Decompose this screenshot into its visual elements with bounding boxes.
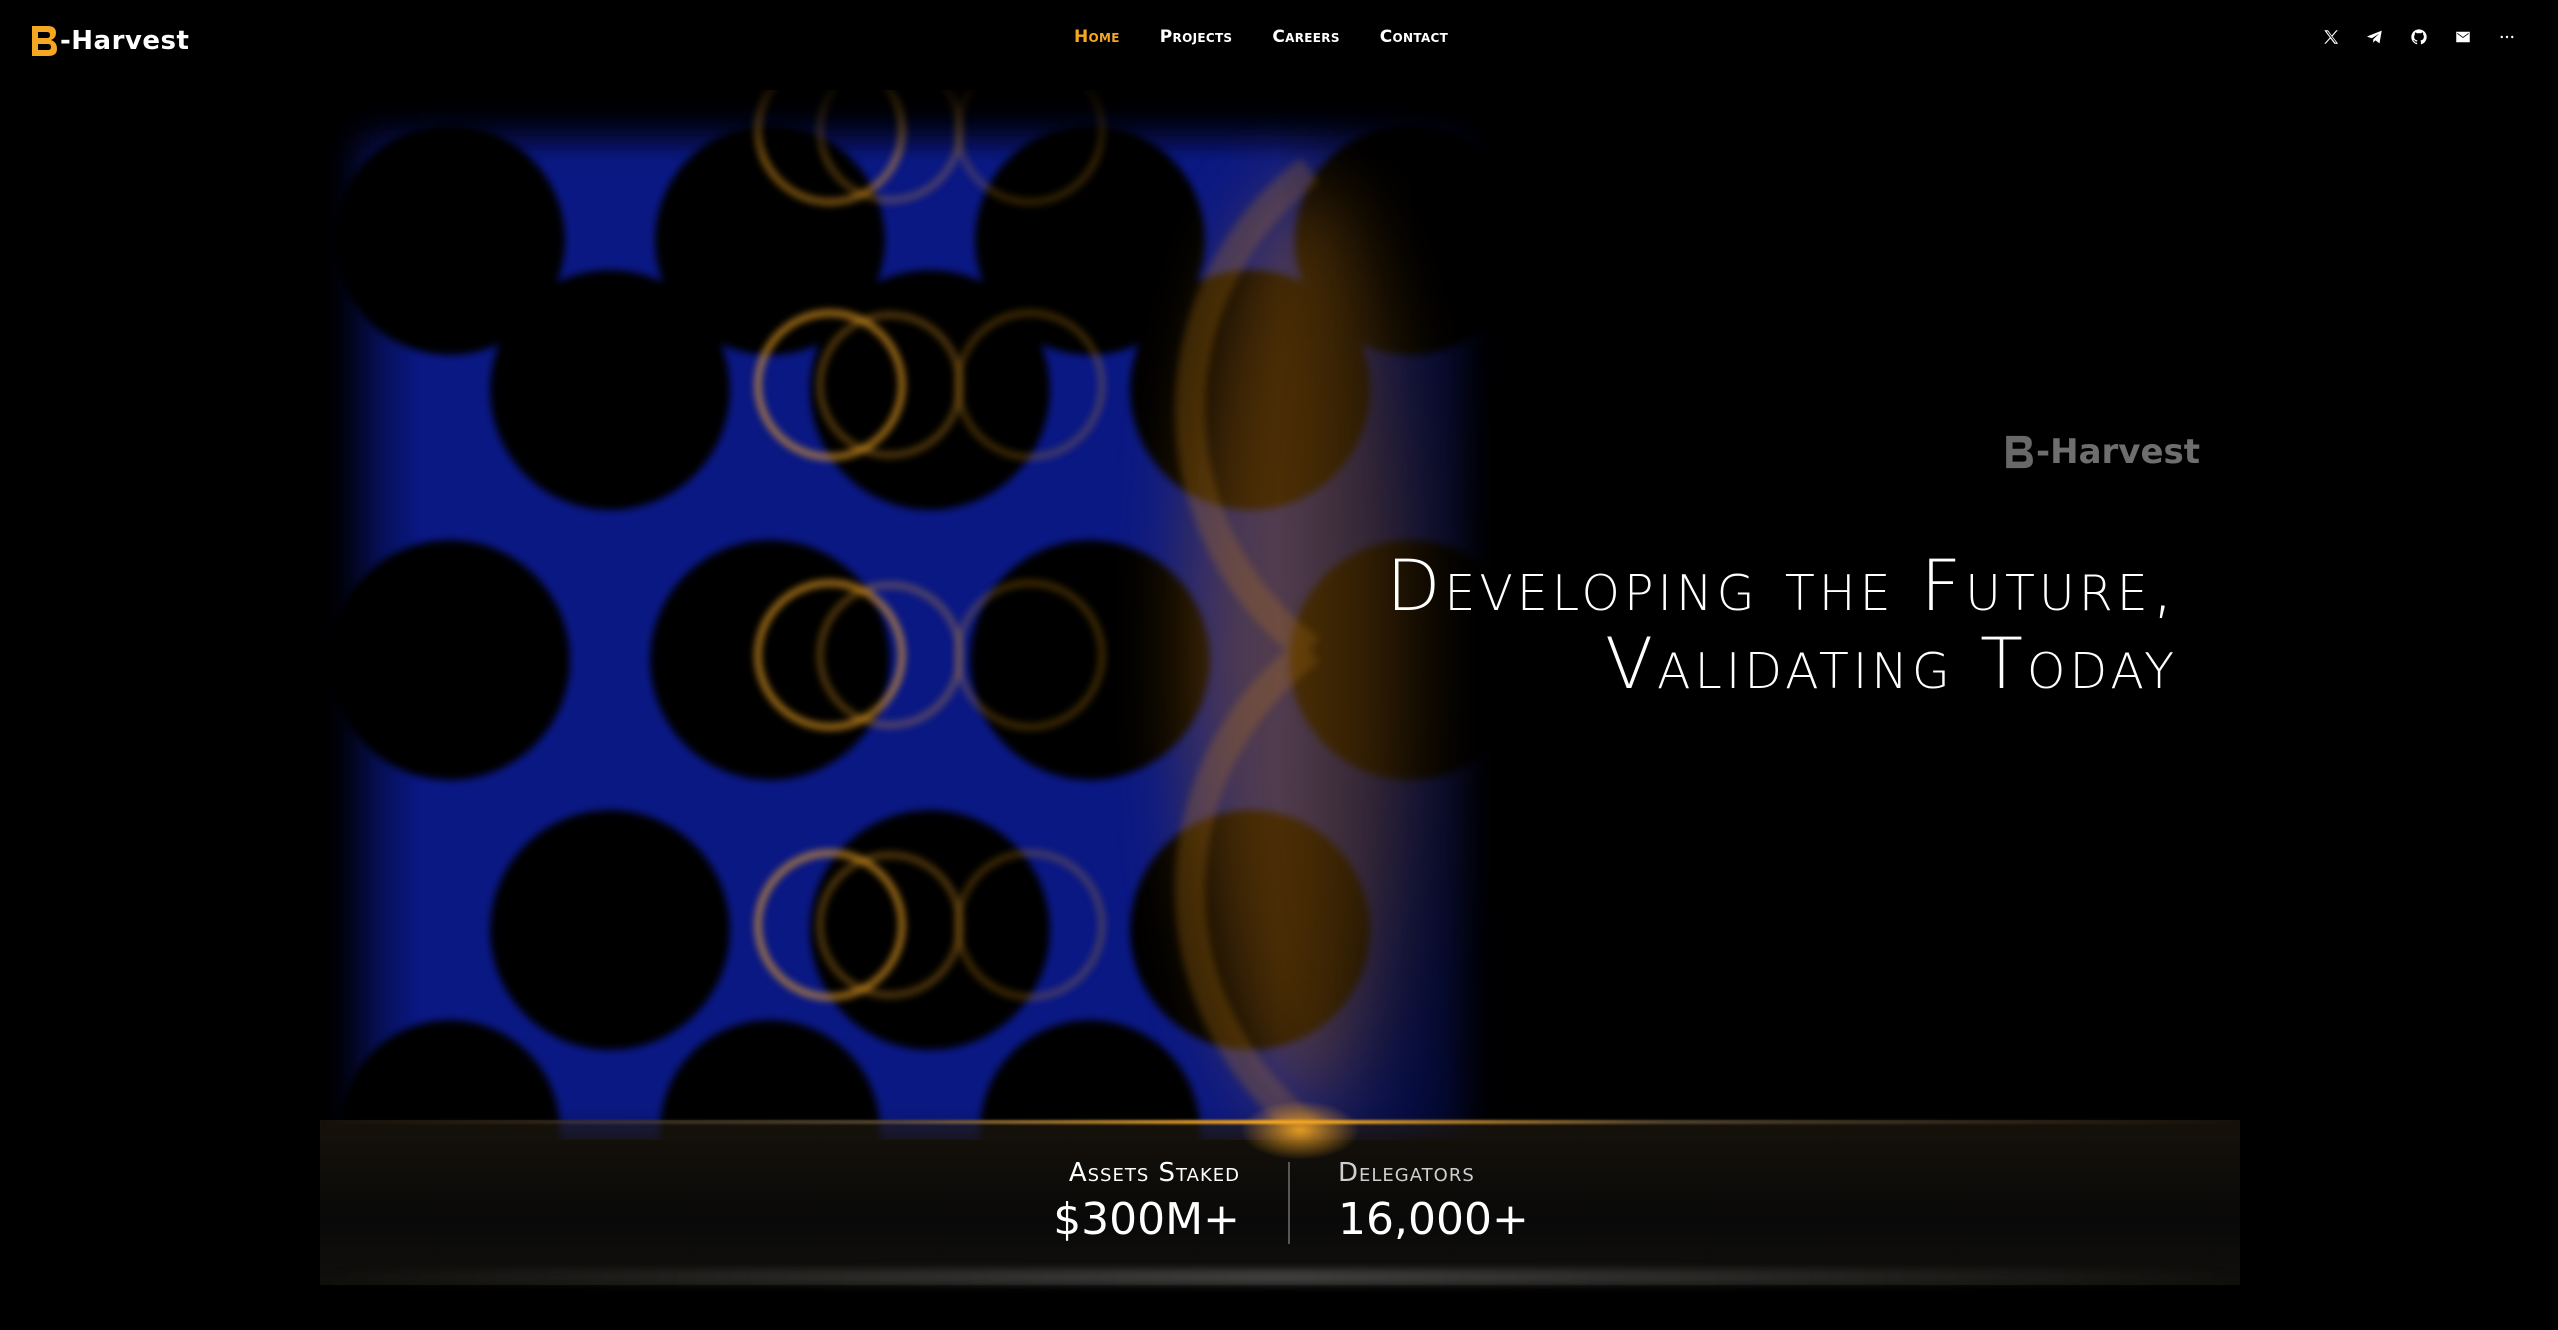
nav-item-projects[interactable]: Projects: [1160, 27, 1233, 47]
brand-name: -Harvest: [60, 26, 190, 56]
github-icon[interactable]: [2408, 26, 2430, 48]
mail-icon[interactable]: [2452, 26, 2474, 48]
hero-logo: -Harvest: [2004, 432, 2200, 472]
social-links: [2320, 26, 2518, 48]
telegram-icon[interactable]: [2364, 26, 2386, 48]
b-harvest-logo-icon: [2006, 435, 2033, 469]
stat-assets-staked: Assets Staked $300M+: [1053, 1158, 1240, 1245]
page: -Harvest Home Projects Careers Contact -…: [0, 0, 2558, 1330]
nav-item-careers[interactable]: Careers: [1272, 27, 1339, 47]
stats-divider: [1288, 1162, 1290, 1244]
site-header: -Harvest Home Projects Careers Contact: [0, 0, 2558, 80]
stat-value: $300M+: [1053, 1194, 1240, 1245]
stats-bar: Assets Staked $300M+ Delegators 16,000+: [320, 1100, 2240, 1285]
nav-item-home[interactable]: Home: [1074, 27, 1120, 47]
brand-logo-link[interactable]: -Harvest: [30, 24, 189, 58]
b-harvest-logo-icon: [32, 26, 57, 56]
headline-line-1: Developing the Future,: [1386, 544, 2178, 627]
hero-headline: Developing the Future, Validating Today: [1386, 547, 2178, 703]
headline-line-2: Validating Today: [1605, 622, 2178, 705]
stat-label: Assets Staked: [1068, 1158, 1240, 1188]
hero-logo-text: -Harvest: [2036, 432, 2200, 472]
stat-delegators: Delegators 16,000+: [1338, 1158, 1529, 1245]
nav-item-contact[interactable]: Contact: [1380, 27, 1448, 47]
x-icon[interactable]: [2320, 26, 2342, 48]
more-icon[interactable]: [2496, 26, 2518, 48]
stat-label: Delegators: [1338, 1158, 1475, 1188]
stat-value: 16,000+: [1338, 1194, 1529, 1245]
main-nav: Home Projects Careers Contact: [1074, 27, 1488, 47]
